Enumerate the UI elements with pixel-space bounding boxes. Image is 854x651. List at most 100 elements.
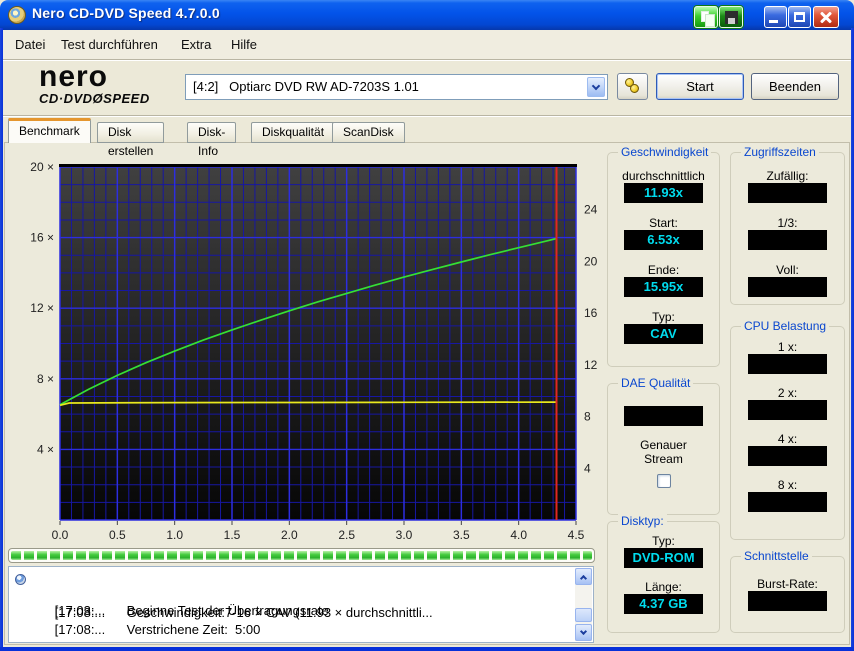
window-border — [0, 28, 3, 651]
avg-speed-value: 11.93x — [624, 183, 703, 203]
end-speed-value: 15.95x — [624, 277, 703, 297]
titlebar[interactable]: Nero CD-DVD Speed 4.7.0.0 — [0, 0, 854, 30]
random-access-value — [748, 183, 827, 203]
log-row: [17:08:...Verstrichene Zeit: 5:00 — [15, 607, 260, 651]
group-dae-qualitaet: DAE Qualität Genauer Stream — [607, 383, 720, 515]
svg-text:8 ×: 8 × — [37, 372, 54, 386]
group-cpu-belastung: CPU Belastung 1 x: 2 x: 4 x: 8 x: — [730, 326, 845, 540]
menu-datei[interactable]: Datei — [9, 35, 51, 54]
log-text: Verstrichene Zeit: 5:00 — [127, 622, 261, 637]
tab-scandisk[interactable]: ScanDisk — [332, 122, 405, 143]
drive-select-value: [4:2] Optiarc DVD RW AD-7203S 1.01 — [193, 79, 419, 94]
svg-text:2.0: 2.0 — [281, 528, 298, 542]
disc-length-value: 4.37 GB — [624, 594, 703, 614]
divider — [3, 115, 851, 117]
minimize-button[interactable] — [764, 6, 787, 28]
maximize-icon — [794, 12, 805, 22]
logo-line2: CD·DVDØSPEED — [39, 91, 189, 106]
chevron-up-icon — [580, 575, 587, 582]
svg-text:8: 8 — [584, 410, 591, 424]
cpu-8x-label: 8 x: — [778, 478, 797, 492]
svg-text:4 ×: 4 × — [37, 442, 54, 456]
tab-diskqualitaet[interactable]: Diskqualität — [251, 122, 335, 143]
svg-text:0.5: 0.5 — [109, 528, 126, 542]
tab-disk-erstellen[interactable]: Disk erstellen — [97, 122, 164, 143]
scroll-up-button[interactable] — [575, 568, 592, 585]
svg-text:3.0: 3.0 — [396, 528, 413, 542]
svg-text:2.5: 2.5 — [338, 528, 355, 542]
copy-to-clipboard-button[interactable] — [694, 6, 718, 28]
svg-text:12: 12 — [584, 358, 598, 372]
avg-label: durchschnittlich — [622, 169, 706, 183]
disc-type-value: DVD-ROM — [624, 548, 703, 568]
burst-rate-value — [748, 591, 827, 611]
cpu-1x-label: 1 x: — [778, 340, 797, 354]
cpu-1x-value — [748, 354, 827, 374]
group-schnittstelle: Schnittstelle Burst-Rate: — [730, 556, 845, 633]
group-title: DAE Qualität — [618, 376, 693, 390]
start-speed-value: 6.53x — [624, 230, 703, 250]
nero-logo: nero CD·DVDØSPEED — [39, 64, 189, 106]
drive-select-dropdown-button[interactable] — [587, 77, 605, 97]
menu-hilfe[interactable]: Hilfe — [225, 35, 263, 54]
log-box: [17:03:...Beginne Test der Übertragungsr… — [8, 566, 594, 643]
random-label: Zufällig: — [766, 169, 808, 183]
minimize-icon — [769, 20, 778, 23]
tab-benchmark[interactable]: Benchmark — [8, 118, 91, 143]
svg-text:12 ×: 12 × — [30, 301, 54, 315]
beenden-button[interactable]: Beenden — [751, 73, 839, 100]
cpu-8x-value — [748, 492, 827, 512]
one-third-label: 1/3: — [777, 216, 797, 230]
save-button[interactable] — [719, 6, 743, 28]
svg-text:3.5: 3.5 — [453, 528, 470, 542]
group-title: CPU Belastung — [741, 319, 829, 333]
disc-info-icon — [15, 574, 26, 585]
full-label: Voll: — [776, 263, 799, 277]
svg-text:20: 20 — [584, 254, 598, 268]
menu-test-durchfuehren[interactable]: Test durchführen — [55, 35, 164, 54]
scroll-down-button[interactable] — [575, 624, 592, 641]
svg-text:1.5: 1.5 — [224, 528, 241, 542]
svg-text:4.0: 4.0 — [510, 528, 527, 542]
logo-line1: nero — [39, 64, 189, 90]
chevron-down-icon — [580, 628, 587, 635]
drive-select[interactable]: [4:2] Optiarc DVD RW AD-7203S 1.01 — [185, 74, 608, 100]
svg-text:4: 4 — [584, 461, 591, 475]
end-label: Ende: — [648, 263, 679, 277]
maximize-button[interactable] — [788, 6, 811, 28]
close-button[interactable] — [813, 6, 839, 28]
svg-text:24: 24 — [584, 203, 598, 217]
start-label: Start: — [649, 216, 678, 230]
full-access-value — [748, 277, 827, 297]
svg-text:4.5: 4.5 — [568, 528, 585, 542]
tab-disk-info[interactable]: Disk-Info — [187, 122, 236, 143]
svg-text:1.0: 1.0 — [166, 528, 183, 542]
group-disktyp: Disktyp: Typ: DVD-ROM Länge: 4.37 GB — [607, 521, 720, 633]
log-time: [17:08:... — [55, 622, 127, 637]
burst-rate-label: Burst-Rate: — [757, 577, 818, 591]
accurate-stream-checkbox[interactable] — [657, 474, 671, 488]
window-border — [0, 647, 854, 651]
dae-quality-value — [624, 406, 703, 426]
window-title: Nero CD-DVD Speed 4.7.0.0 — [32, 5, 220, 21]
group-title: Schnittstelle — [741, 549, 812, 563]
disc-length-label: Länge: — [645, 580, 682, 594]
type-label: Typ: — [652, 310, 675, 324]
scrollbar-thumb[interactable] — [575, 608, 592, 622]
accurate-stream-label: Genauer Stream — [633, 438, 695, 466]
copy-icon — [701, 11, 709, 22]
menu-extra[interactable]: Extra — [175, 35, 217, 54]
progress-fill — [11, 551, 592, 560]
log-scrollbar[interactable] — [575, 568, 592, 641]
group-geschwindigkeit: Geschwindigkeit durchschnittlich 11.93x … — [607, 152, 720, 367]
svg-text:0.0: 0.0 — [52, 528, 69, 542]
save-icon — [725, 11, 738, 24]
group-title: Geschwindigkeit — [618, 145, 711, 159]
start-button[interactable]: Start — [656, 73, 744, 100]
benchmark-chart: 20 ×16 ×12 ×8 ×4 ×24201612840.00.51.01.5… — [8, 152, 608, 544]
cpu-2x-label: 2 x: — [778, 386, 797, 400]
cpu-4x-label: 4 x: — [778, 432, 797, 446]
chevron-down-icon — [592, 82, 600, 90]
type-value: CAV — [624, 324, 703, 344]
speed-options-button[interactable] — [617, 73, 648, 100]
